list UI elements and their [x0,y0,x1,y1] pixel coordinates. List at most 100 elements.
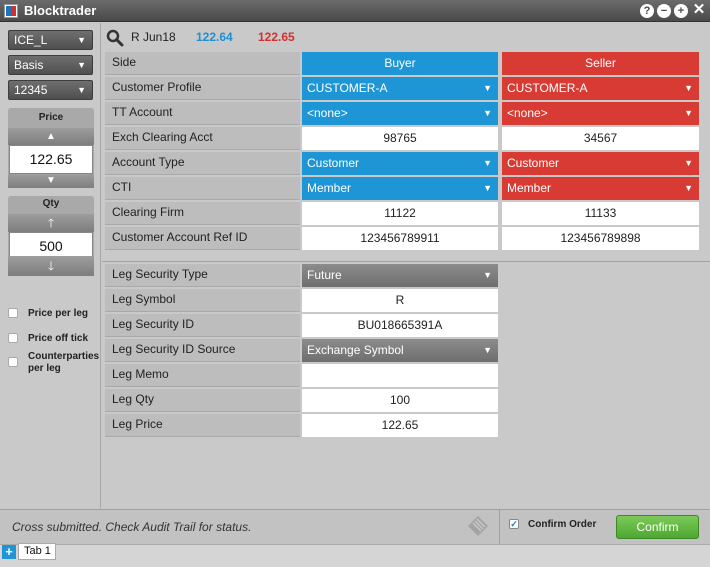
seller-exch-clearing-acct-field[interactable]: 34567 [502,127,699,150]
leg-memo-field[interactable] [302,364,498,387]
counterparties-per-leg-checkbox[interactable] [8,357,18,367]
leg-security-id-field[interactable]: BU018665391A [302,314,498,337]
price-off-tick-label: Price off tick [28,333,89,344]
buyer-account-type-select[interactable]: Customer ▼ [302,152,498,175]
minimize-icon[interactable]: − [657,4,671,18]
chevron-down-icon: ▼ [77,85,86,95]
chevron-up-icon: ▲ [46,131,56,142]
price-down-button[interactable]: ▼ [8,174,94,188]
qty-stepper: Qty 🡑 500 🡓 [8,196,94,276]
section-divider [102,261,710,262]
leg-symbol-field[interactable]: R [302,289,498,312]
seller-customer-account-ref-id-field[interactable]: 123456789898 [502,227,699,250]
plus-icon: + [5,544,13,559]
seller-customer-profile-value: CUSTOMER-A [507,81,588,95]
leg-security-type-select[interactable]: Future ▼ [302,264,498,287]
tab-1[interactable]: Tab 1 [18,543,56,560]
bid-price: 122.64 [196,30,233,44]
strategy-value: Basis [14,58,44,72]
status-message: Cross submitted. Check Audit Trail for s… [12,520,252,534]
status-divider [499,510,500,544]
buyer-side-header: Buyer [302,52,498,75]
customer-profile-label: Customer Profile [105,77,300,100]
tt-account-label: TT Account [105,102,300,125]
add-tab-button[interactable]: + [2,545,16,559]
exchange-value: ICE_L [14,33,48,47]
confirm-order-checkbox[interactable]: ✓ [509,519,519,529]
leg-qty-field[interactable]: 100 [302,389,498,412]
seller-customer-profile-select[interactable]: CUSTOMER-A ▼ [502,77,699,100]
seller-account-type-select[interactable]: Customer ▼ [502,152,699,175]
instrument-name: R Jun18 [131,30,176,44]
arrow-down-icon: 🡓 [47,259,55,273]
leg-memo-label: Leg Memo [105,364,300,387]
chevron-down-icon: ▼ [483,270,492,280]
price-stepper: Price ▲ 122.65 ▼ [8,108,94,188]
chevron-down-icon: ▼ [46,175,56,186]
chevron-down-icon: ▼ [684,183,693,193]
leg-price-label: Leg Price [105,414,300,437]
clearing-firm-label: Clearing Firm [105,202,300,225]
arrow-up-icon: 🡑 [47,216,55,230]
buyer-cti-select[interactable]: Member ▼ [302,177,498,200]
tt-logo-icon [468,516,488,536]
exch-clearing-acct-label: Exch Clearing Acct [105,127,300,150]
leg-security-id-source-label: Leg Security ID Source [105,339,300,362]
seller-tt-account-value: <none> [507,106,548,120]
buyer-customer-profile-value: CUSTOMER-A [307,81,388,95]
chevron-down-icon: ▼ [483,183,492,193]
seller-cti-value: Member [507,181,552,195]
seller-tt-account-select[interactable]: <none> ▼ [502,102,699,125]
side-label: Side [105,52,300,75]
buyer-tt-account-select[interactable]: <none> ▼ [302,102,498,125]
account-select[interactable]: 12345 ▼ [8,80,93,100]
buyer-account-type-value: Customer [307,156,360,170]
checkmark-icon: ✓ [510,519,518,529]
buyer-customer-account-ref-id-field[interactable]: 123456789911 [302,227,498,250]
chevron-down-icon: ▼ [77,35,86,45]
close-icon[interactable]: ✕ [692,2,706,18]
seller-clearing-firm-field[interactable]: 11133 [502,202,699,225]
leg-symbol-label: Leg Symbol [105,289,300,312]
price-off-tick-checkbox[interactable] [8,333,18,343]
title-bar [0,0,710,22]
help-icon[interactable]: ? [640,4,654,18]
seller-cti-select[interactable]: Member ▼ [502,177,699,200]
chevron-down-icon: ▼ [483,345,492,355]
confirm-button[interactable]: Confirm [616,515,699,539]
price-input[interactable]: 122.65 [9,145,93,174]
confirm-order-label: Confirm Order [528,519,597,530]
counterparties-per-leg-label: Counterparties per leg [28,351,100,374]
qty-up-button[interactable]: 🡑 [8,214,94,232]
price-per-leg-checkbox[interactable] [8,308,18,318]
buyer-tt-account-value: <none> [307,106,348,120]
buyer-customer-profile-select[interactable]: CUSTOMER-A ▼ [302,77,498,100]
search-icon[interactable] [106,29,124,47]
left-panel [0,23,101,543]
leg-price-field[interactable]: 122.65 [302,414,498,437]
account-value: 12345 [14,83,48,97]
price-per-leg-label: Price per leg [28,308,89,319]
leg-security-type-value: Future [307,268,342,282]
leg-security-id-source-value: Exchange Symbol [307,343,404,357]
seller-side-header: Seller [502,52,699,75]
price-label: Price [38,112,64,123]
chevron-down-icon: ▼ [483,158,492,168]
leg-security-id-source-select[interactable]: Exchange Symbol ▼ [302,339,498,362]
exchange-select[interactable]: ICE_L ▼ [8,30,93,50]
strategy-select[interactable]: Basis ▼ [8,55,93,75]
qty-down-button[interactable]: 🡓 [8,256,94,276]
seller-account-type-value: Customer [507,156,560,170]
chevron-down-icon: ▼ [684,108,693,118]
price-up-button[interactable]: ▲ [8,128,94,145]
leg-security-type-label: Leg Security Type [105,264,300,287]
chevron-down-icon: ▼ [684,158,693,168]
leg-qty-label: Leg Qty [105,389,300,412]
cti-label: CTI [105,177,300,200]
tab-bar [0,544,710,567]
buyer-cti-value: Member [307,181,352,195]
buyer-clearing-firm-field[interactable]: 11122 [302,202,498,225]
maximize-icon[interactable]: + [674,4,688,18]
buyer-exch-clearing-acct-field[interactable]: 98765 [302,127,498,150]
chevron-down-icon: ▼ [483,108,492,118]
